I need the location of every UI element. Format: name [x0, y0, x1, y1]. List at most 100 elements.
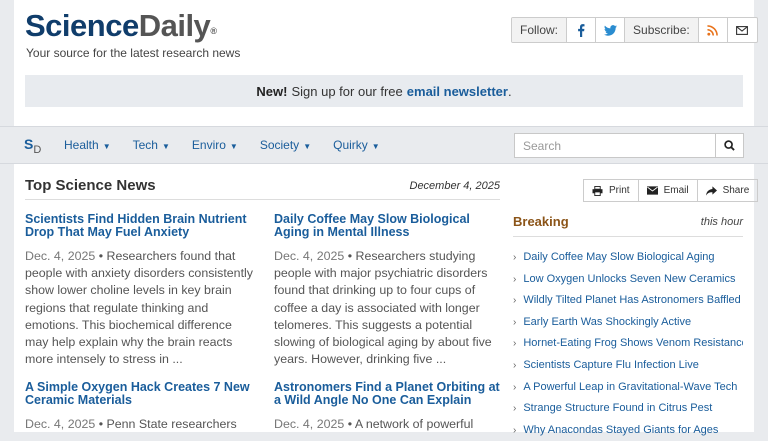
share-arrow-icon: [705, 185, 717, 196]
printer-icon: [592, 185, 603, 196]
subscribe-label: Subscribe:: [625, 18, 699, 42]
registered-mark: ®: [210, 26, 217, 36]
breaking-item-link[interactable]: Daily Coffee May Slow Biological Aging: [523, 251, 714, 263]
story-title-link[interactable]: A Simple Oxygen Hack Creates 7 New Ceram…: [25, 381, 253, 407]
search-input[interactable]: [514, 133, 716, 158]
story-summary: A network of powerful: [354, 417, 474, 431]
story-title-link[interactable]: Astronomers Find a Planet Orbiting at a …: [274, 381, 502, 407]
email-icon[interactable]: [727, 18, 757, 42]
search-icon: [724, 140, 735, 151]
search-button[interactable]: [715, 133, 744, 158]
nav-label: Tech: [132, 138, 158, 152]
nav-item-society[interactable]: Society ▼: [260, 138, 311, 152]
story-summary: Penn State researchers: [106, 417, 237, 431]
nav-item-enviro[interactable]: Enviro ▼: [192, 138, 238, 152]
breaking-item-link[interactable]: A Powerful Leap in Gravitational-Wave Te…: [523, 381, 737, 393]
nav-logo-d: D: [33, 144, 42, 156]
share-label: Share: [722, 185, 750, 196]
story-summary: Researchers found that people with anxie…: [25, 249, 253, 367]
divider: [25, 199, 500, 200]
caret-down-icon: ▼: [102, 142, 111, 151]
nav-home-logo[interactable]: SD: [24, 136, 41, 156]
social-bar: Follow: Subscribe:: [511, 17, 758, 43]
story-summary: Researchers studying people with major p…: [274, 249, 492, 367]
twitter-icon[interactable]: [596, 18, 626, 42]
story-body: Dec. 4, 2025 • A network of powerful: [274, 417, 474, 431]
share-button[interactable]: Share: [698, 180, 758, 201]
breaking-item[interactable]: › Low Oxygen Unlocks Seven New Ceramics: [513, 269, 743, 291]
share-toolbar: Print Email Share: [583, 179, 759, 202]
newsletter-banner: New! Sign up for our free email newslett…: [25, 75, 743, 107]
nav-label: Enviro: [191, 138, 226, 152]
breaking-item[interactable]: › Hornet-Eating Frog Shows Venom Resistan…: [513, 333, 743, 355]
breaking-item-link[interactable]: Hornet-Eating Frog Shows Venom Resistanc…: [523, 337, 743, 349]
print-button[interactable]: Print: [584, 180, 639, 201]
email-share-button[interactable]: Email: [639, 180, 698, 201]
nav-label: Society: [259, 138, 300, 152]
chevron-right-icon: ›: [513, 295, 517, 307]
breaking-item[interactable]: › Scientists Capture Flu Infection Live: [513, 355, 743, 377]
story-date: Dec. 4, 2025: [25, 249, 96, 263]
nav-menu: Health ▼ Tech ▼ Enviro ▼ Society ▼ Quirky ▼: [64, 127, 402, 163]
chevron-right-icon: ›: [513, 273, 517, 285]
chevron-right-icon: ›: [513, 359, 517, 371]
chevron-right-icon: ›: [513, 381, 517, 393]
facebook-icon[interactable]: [567, 18, 597, 42]
caret-down-icon: ▼: [371, 142, 380, 151]
story-card: Scientists Find Hidden Brain Nutrient Dr…: [25, 213, 253, 368]
breaking-heading: Breaking: [513, 214, 569, 229]
story-date: Dec. 4, 2025: [25, 417, 96, 431]
breaking-subheading: this hour: [700, 216, 743, 228]
story-body: Dec. 4, 2025 • Penn State researchers: [25, 417, 237, 431]
rss-icon[interactable]: [698, 18, 728, 42]
breaking-item-link[interactable]: Early Earth Was Shockingly Active: [523, 316, 691, 328]
breaking-news-list: › Daily Coffee May Slow Biological Aging …: [513, 247, 743, 441]
divider: [513, 236, 743, 237]
newsletter-period: .: [507, 83, 512, 99]
logo-science-text: Science: [25, 8, 139, 43]
nav-item-quirky[interactable]: Quirky ▼: [333, 138, 380, 152]
envelope-icon: [646, 186, 658, 195]
email-label: Email: [663, 185, 689, 196]
story-title-link[interactable]: Daily Coffee May Slow Biological Aging i…: [274, 213, 502, 239]
story-title-link[interactable]: Scientists Find Hidden Brain Nutrient Dr…: [25, 213, 253, 239]
breaking-item-link[interactable]: Low Oxygen Unlocks Seven New Ceramics: [523, 273, 735, 285]
breaking-item-link[interactable]: Wildly Tilted Planet Has Astronomers Baf…: [523, 294, 740, 306]
story-card: A Simple Oxygen Hack Creates 7 New Ceram…: [25, 381, 253, 433]
newsletter-text: Sign up for our free: [291, 83, 403, 99]
caret-down-icon: ▼: [303, 142, 312, 151]
breaking-item[interactable]: › A Powerful Leap in Gravitational-Wave T…: [513, 377, 743, 399]
chevron-right-icon: ›: [513, 252, 517, 263]
newsletter-new-label: New!: [256, 83, 288, 99]
breaking-item[interactable]: › Wildly Tilted Planet Has Astronomers Ba…: [513, 290, 743, 312]
site-logo[interactable]: ScienceDaily®: [25, 8, 217, 44]
breaking-item[interactable]: › Early Earth Was Shockingly Active: [513, 312, 743, 334]
breaking-item[interactable]: › Daily Coffee May Slow Biological Aging: [513, 247, 743, 269]
story-date: Dec. 4, 2025: [274, 249, 345, 263]
story-body: Dec. 4, 2025 • Researchers found that pe…: [25, 249, 253, 367]
nav-item-tech[interactable]: Tech ▼: [133, 138, 170, 152]
breaking-item-link[interactable]: Why Anacondas Stayed Giants for Ages: [523, 424, 718, 436]
logo-daily-text: Daily: [138, 8, 211, 43]
nav-logo-s: S: [24, 136, 34, 152]
breaking-item-link[interactable]: Strange Structure Found in Citrus Pest: [523, 402, 712, 414]
nav-label: Quirky: [333, 138, 368, 152]
breaking-item[interactable]: › Why Anacondas Stayed Giants for Ages: [513, 420, 743, 441]
chevron-right-icon: ›: [513, 338, 517, 350]
print-label: Print: [609, 185, 630, 196]
story-body: Dec. 4, 2025 • Researchers studying peop…: [274, 249, 492, 367]
chevron-right-icon: ›: [513, 403, 517, 415]
story-card: Daily Coffee May Slow Biological Aging i…: [274, 213, 502, 368]
breaking-item-link[interactable]: Scientists Capture Flu Infection Live: [523, 359, 698, 371]
story-card: Astronomers Find a Planet Orbiting at a …: [274, 381, 502, 433]
nav-label: Health: [64, 138, 99, 152]
main-nav: SD Health ▼ Tech ▼ Enviro ▼ Society ▼ Quirky…: [0, 126, 768, 164]
top-news-date: December 4, 2025: [409, 180, 501, 192]
caret-down-icon: ▼: [229, 142, 238, 151]
site-tagline: Your source for the latest research news: [26, 46, 241, 60]
newsletter-signup-link[interactable]: email newsletter: [407, 84, 508, 99]
chevron-right-icon: ›: [513, 316, 517, 328]
chevron-right-icon: ›: [513, 424, 517, 436]
nav-item-health[interactable]: Health ▼: [64, 138, 111, 152]
breaking-item[interactable]: › Strange Structure Found in Citrus Pest: [513, 398, 743, 420]
